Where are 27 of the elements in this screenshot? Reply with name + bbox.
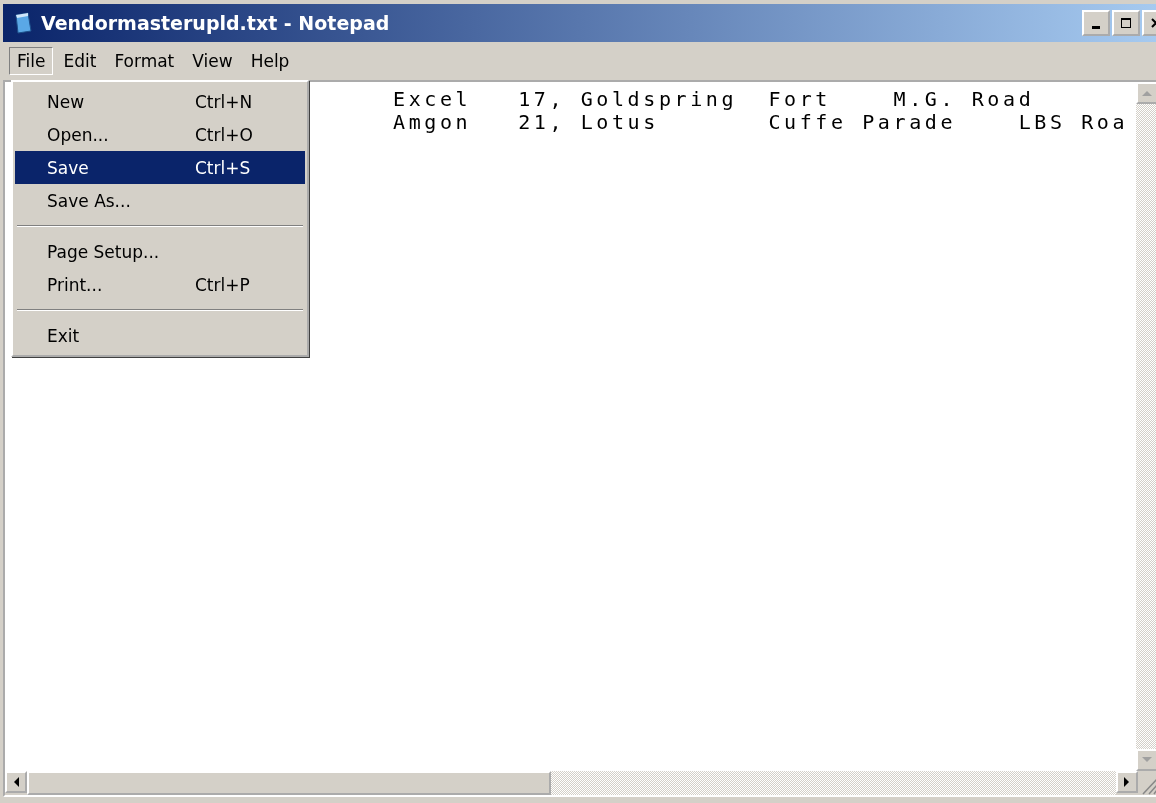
text-line: Amgon 21, Lotus Cuffe Parade LBS Roa: [393, 111, 1129, 134]
menu-option[interactable]: Open... Ctrl+O: [15, 118, 305, 151]
menu-item[interactable]: Edit: [55, 47, 105, 75]
notepad-icon: [13, 12, 33, 34]
down-arrow-icon: [1142, 757, 1152, 763]
minimize-icon: [1092, 25, 1100, 29]
menu-option[interactable]: Page Setup...: [15, 235, 305, 268]
menu-option[interactable]: Exit: [15, 319, 305, 352]
menu-item[interactable]: View: [184, 47, 241, 75]
maximize-button[interactable]: [1112, 10, 1140, 36]
minimize-button[interactable]: [1082, 10, 1110, 36]
menu-item[interactable]: Help: [242, 47, 298, 75]
up-arrow-icon: [1142, 90, 1152, 96]
scroll-left-button[interactable]: [5, 771, 27, 793]
menu-option[interactable]: Print... Ctrl+P: [15, 268, 305, 301]
text-line: Excel 17, Goldspring Fort M.G. Road: [393, 88, 1035, 111]
scroll-up-button[interactable]: [1136, 82, 1156, 104]
menu-item[interactable]: Format: [106, 47, 183, 75]
maximize-icon: [1120, 17, 1132, 29]
menu-option[interactable]: New Ctrl+N: [15, 85, 305, 118]
menu-option[interactable]: Save As...: [15, 184, 305, 217]
right-arrow-icon: [1124, 777, 1130, 787]
menu-option[interactable]: Save Ctrl+S: [15, 151, 305, 184]
window-title: Vendormasterupld.txt - Notepad: [41, 12, 391, 34]
left-arrow-icon: [13, 777, 19, 787]
menu-item[interactable]: File: [9, 47, 54, 75]
scroll-right-button[interactable]: [1116, 771, 1138, 793]
